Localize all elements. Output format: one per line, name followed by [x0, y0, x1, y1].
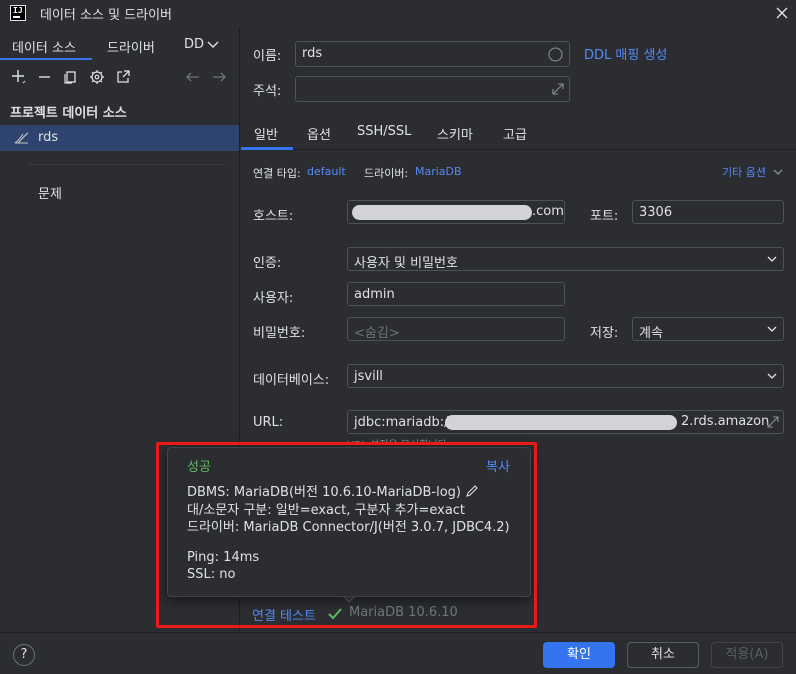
save-value: 계속 — [639, 326, 663, 341]
user-label: 사용자: — [253, 291, 294, 306]
data-source-item-rds[interactable]: rds — [0, 125, 239, 151]
password-input[interactable]: <숨김> — [347, 317, 565, 341]
tabs-bar: 일반 옵션 SSH/SSL 스키마 고급 — [241, 118, 796, 150]
auth-label: 인증: — [253, 256, 282, 271]
tab-general[interactable]: 일반 — [254, 124, 278, 143]
save-select[interactable]: 계속 — [632, 317, 784, 341]
chevron-down-icon[interactable] — [773, 169, 783, 176]
tab-options[interactable]: 옵션 — [307, 124, 331, 143]
url-prefix: jdbc:mariadb:// — [354, 415, 453, 430]
problems-item[interactable]: 문제 — [38, 183, 62, 202]
expand-icon[interactable] — [766, 415, 780, 429]
tab-more[interactable]: DD — [184, 37, 204, 52]
tab-ssh-ssl[interactable]: SSH/SSL — [357, 124, 411, 139]
gear-icon[interactable] — [88, 68, 106, 86]
url-label: URL: — [253, 415, 284, 430]
ddl-mapping-link[interactable]: DDL 매핑 생성 — [584, 44, 667, 63]
driver-link[interactable]: MariaDB — [415, 165, 462, 178]
more-options-link[interactable]: 기타 옵션 — [722, 164, 766, 180]
port-input[interactable]: 3306 — [632, 200, 784, 224]
divider — [28, 164, 226, 165]
add-icon[interactable] — [10, 68, 28, 86]
tab-schemas[interactable]: 스키마 — [437, 124, 473, 143]
active-tab-indicator — [241, 147, 293, 150]
tab-data-sources[interactable]: 데이터 소스 — [12, 37, 76, 56]
user-input[interactable]: admin — [347, 282, 565, 306]
comment-label: 주석: — [253, 84, 282, 99]
duplicate-icon[interactable] — [62, 68, 80, 86]
highlight-box — [156, 442, 537, 628]
data-source-label: rds — [38, 130, 59, 145]
close-icon[interactable] — [774, 5, 790, 21]
redacted-host — [352, 205, 532, 220]
datasource-icon — [14, 131, 30, 145]
apply-button[interactable]: 적용(A) — [711, 642, 783, 668]
remove-icon[interactable] — [36, 68, 54, 86]
host-input[interactable]: .com — [347, 200, 565, 224]
name-label: 이름: — [253, 49, 282, 64]
chevron-down-icon — [767, 373, 777, 380]
name-input[interactable]: rds — [295, 41, 570, 67]
connection-version: MariaDB 10.6.10 — [349, 605, 458, 620]
auth-value: 사용자 및 비밀번호 — [354, 256, 458, 271]
comment-input[interactable] — [295, 76, 570, 102]
database-value: jsvill — [354, 369, 383, 384]
url-input[interactable]: jdbc:mariadb:// 2.rds.amazon — [347, 410, 784, 434]
app-icon: IJ — [10, 5, 26, 21]
tab-advanced[interactable]: 고급 — [503, 124, 527, 143]
url-suffix: 2.rds.amazon — [681, 414, 770, 429]
password-label: 비밀번호: — [253, 326, 306, 341]
color-circle-icon[interactable] — [548, 47, 563, 62]
active-tab-indicator — [0, 58, 92, 60]
database-input[interactable]: jsvill — [347, 364, 784, 388]
connection-type-link[interactable]: default — [307, 165, 346, 178]
checkmark-icon — [327, 607, 343, 621]
window-title: 데이터 소스 및 드라이버 — [40, 8, 172, 23]
ok-button[interactable]: 확인 — [543, 642, 615, 668]
database-label: 데이터베이스: — [253, 373, 330, 388]
chevron-down-icon[interactable] — [207, 41, 219, 49]
open-external-icon[interactable] — [114, 68, 132, 86]
connection-type-label: 연결 타입: — [253, 167, 301, 180]
test-connection-link[interactable]: 연결 테스트 — [252, 605, 316, 624]
driver-label: 드라이버: — [364, 167, 409, 180]
save-label: 저장: — [590, 326, 619, 341]
tab-drivers[interactable]: 드라이버 — [107, 37, 155, 56]
host-label: 호스트: — [253, 209, 294, 224]
expand-icon[interactable] — [551, 82, 565, 96]
cancel-button[interactable]: 취소 — [627, 642, 699, 668]
chevron-down-icon — [767, 326, 777, 333]
chevron-down-icon — [767, 256, 777, 263]
auth-select[interactable]: 사용자 및 비밀번호 — [347, 247, 784, 271]
redacted-url — [445, 415, 677, 430]
port-label: 포트: — [590, 209, 619, 224]
section-header: 프로젝트 데이터 소스 — [10, 106, 127, 121]
back-arrow-icon[interactable] — [184, 68, 202, 86]
forward-arrow-icon[interactable] — [210, 68, 228, 86]
name-value: rds — [302, 46, 323, 61]
host-suffix: .com — [532, 204, 564, 219]
help-button[interactable]: ? — [13, 644, 35, 666]
